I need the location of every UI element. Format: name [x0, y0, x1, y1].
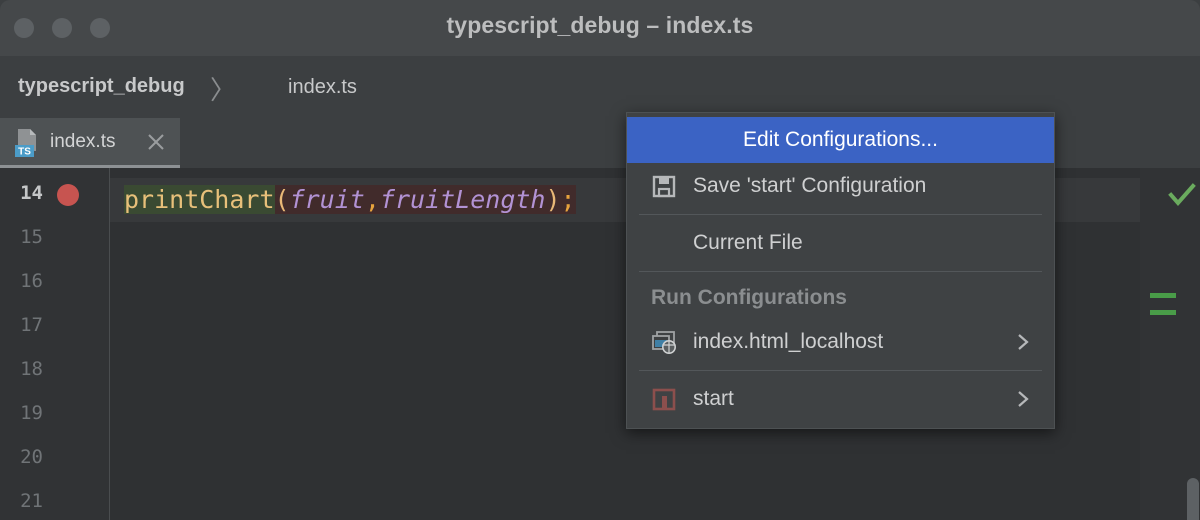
svg-text:TS: TS — [18, 147, 31, 158]
npm-square-icon — [652, 388, 676, 411]
menu-item-save-configuration[interactable]: Save 'start' Configuration — [627, 163, 1054, 209]
editor-gutter: 14 15 16 17 18 19 20 21 — [0, 168, 110, 520]
menu-item-label: Edit Configurations... — [743, 128, 938, 151]
window-title: typescript_debug – index.ts — [446, 12, 754, 38]
line-number: 14 — [20, 182, 43, 204]
code-line-14[interactable]: printChart(fruit,fruitLength); — [124, 180, 576, 220]
menu-item-label: Current File — [693, 231, 803, 254]
menu-section-header: Run Configurations — [651, 286, 847, 309]
code-token-comma: , — [364, 185, 380, 214]
menu-separator — [639, 214, 1042, 215]
vertical-scrollbar-thumb[interactable] — [1187, 478, 1199, 520]
code-token-semicolon: ; — [560, 185, 576, 214]
code-token-arg2: fruitLength — [379, 185, 546, 214]
line-number: 21 — [20, 490, 43, 512]
breakpoint-marker[interactable] — [57, 184, 79, 206]
tab-label: index.ts — [50, 131, 116, 152]
save-floppy-icon — [652, 175, 676, 198]
menu-item-edit-configurations[interactable]: Edit Configurations... — [627, 117, 1054, 163]
chevron-right-icon — [1018, 334, 1029, 350]
menu-item-label: Save 'start' Configuration — [693, 174, 927, 197]
run-configuration-dropdown-menu: Edit Configurations... Save 'start' Conf… — [626, 112, 1055, 429]
menu-separator — [639, 370, 1042, 371]
line-number: 18 — [20, 358, 43, 380]
green-checkmark-icon[interactable] — [1168, 182, 1196, 208]
code-token-arg1: fruit — [289, 185, 365, 214]
code-token-function: printChart — [124, 185, 275, 214]
ide-window: typescript_debug – index.ts typescript_d… — [0, 0, 1200, 520]
breadcrumb-file[interactable]: index.ts — [288, 76, 357, 99]
close-icon[interactable] — [145, 131, 167, 153]
line-number: 16 — [20, 270, 43, 292]
browser-globe-icon — [652, 331, 676, 354]
menu-item-current-file[interactable]: Current File — [627, 220, 1054, 266]
navigation-bar: typescript_debug 〉 TS index.ts Current F… — [0, 56, 1200, 163]
menu-item-index-html-localhost[interactable]: index.html_localhost — [627, 319, 1054, 365]
typescript-file-icon: TS — [15, 129, 36, 158]
menu-item-label: start — [693, 387, 734, 410]
inspection-marker-column[interactable] — [1140, 168, 1200, 520]
menu-separator — [639, 271, 1042, 272]
title-bar: typescript_debug – index.ts — [0, 0, 1200, 56]
marker-stripe[interactable] — [1150, 293, 1176, 298]
menu-item-label: index.html_localhost — [693, 330, 884, 353]
breadcrumb-separator: 〉 — [210, 75, 237, 105]
line-number: 17 — [20, 314, 43, 336]
tab-index-ts[interactable]: TS index.ts — [0, 118, 180, 168]
code-token-open-paren: ( — [274, 185, 290, 214]
code-token-close-paren: ) — [545, 185, 561, 214]
marker-stripe[interactable] — [1150, 310, 1176, 315]
chevron-right-icon — [1018, 391, 1029, 407]
line-number: 19 — [20, 402, 43, 424]
line-number: 20 — [20, 446, 43, 468]
breadcrumb-project[interactable]: typescript_debug — [18, 75, 185, 98]
line-number: 15 — [20, 226, 43, 248]
menu-item-start[interactable]: start — [627, 376, 1054, 422]
